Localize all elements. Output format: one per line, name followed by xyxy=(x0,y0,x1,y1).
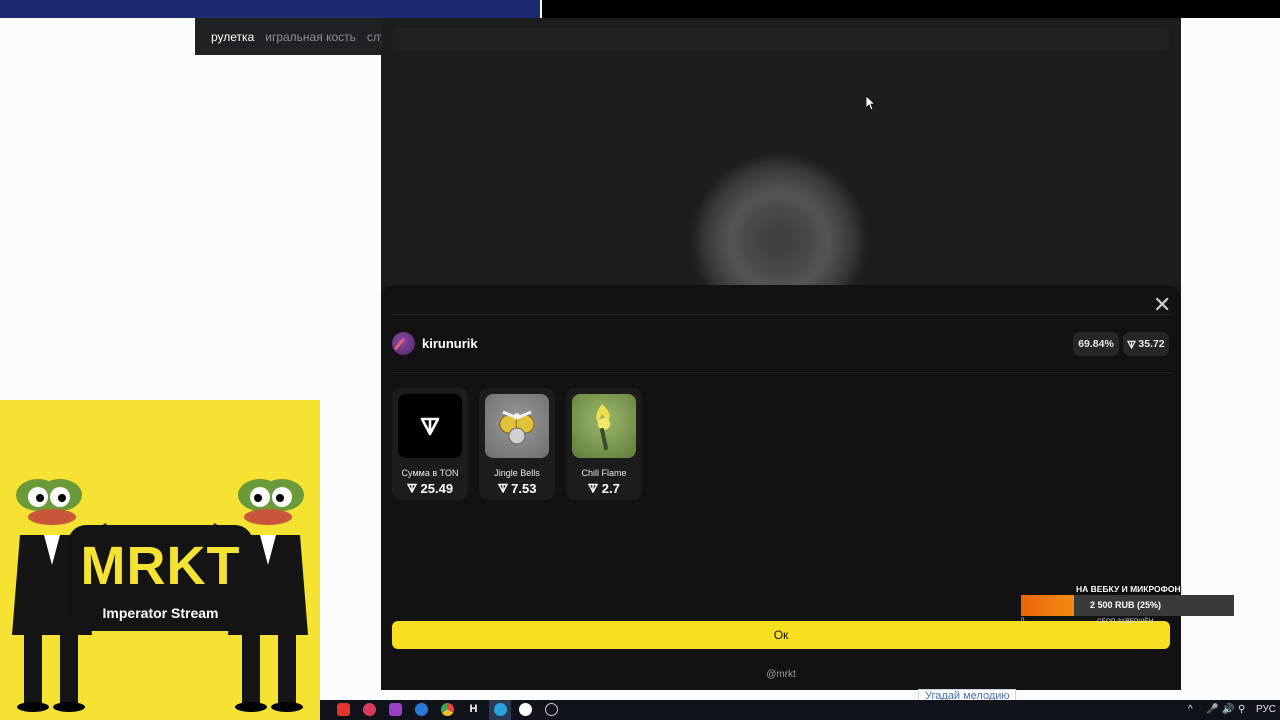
browser-header-strip xyxy=(0,0,540,18)
app-icon-circle[interactable] xyxy=(545,703,558,716)
item-label: Jingle Bells xyxy=(494,468,540,478)
winner-username: kirunurik xyxy=(422,336,478,351)
chill-flame-icon xyxy=(572,394,636,458)
logo-title: MRKT xyxy=(80,536,241,596)
tab-dice[interactable]: игральная кость xyxy=(265,30,356,44)
donation-progress-text: 2 500 RUB (25%) xyxy=(1090,600,1162,610)
item-label: Сумма в TON xyxy=(401,468,459,478)
user-row-divider xyxy=(391,372,1171,373)
ton-logo-icon xyxy=(497,483,508,494)
yandex-browser-icon[interactable] xyxy=(519,703,532,716)
ton-total-badge: 35.72 xyxy=(1123,332,1169,356)
donation-status: СБОР ЗАВЕРШЁН xyxy=(1097,618,1154,625)
tab-random[interactable]: случ xyxy=(367,30,381,44)
footer-handle: @mrkt xyxy=(766,669,796,680)
item-card-jingle-bells[interactable]: Jingle Bells 7.53 xyxy=(479,388,555,500)
item-price-value: 2.7 xyxy=(601,481,620,496)
item-label: Chill Flame xyxy=(581,468,627,478)
donation-progress-fill xyxy=(1021,595,1074,616)
microphone-icon[interactable]: 🎤 xyxy=(1206,704,1218,715)
language-indicator[interactable]: РУС xyxy=(1256,704,1276,715)
item-price: 25.49 xyxy=(392,481,468,496)
mrkt-app-window: ✕ kirunurik 69.84% 35.72 Сумма в TON 25.… xyxy=(381,18,1181,690)
logo-subtitle: Imperator Stream xyxy=(102,605,219,621)
app-icon-blue[interactable] xyxy=(415,703,428,716)
app-icon-purple[interactable] xyxy=(389,703,402,716)
volume-icon[interactable]: 🔊 xyxy=(1222,704,1234,715)
ton-logo-icon xyxy=(1127,340,1137,349)
ton-logo-icon xyxy=(406,483,418,494)
app-icon-h[interactable]: H xyxy=(467,703,480,716)
item-price-value: 25.49 xyxy=(420,481,454,496)
close-icon[interactable]: ✕ xyxy=(1153,294,1171,316)
donation-goal-title: НА ВЕБКУ И МИКРОФОН xyxy=(1076,584,1181,594)
ton-logo-icon xyxy=(587,483,599,494)
mouse-cursor-icon xyxy=(866,96,876,110)
tab-roulette[interactable]: рулетка xyxy=(211,30,254,44)
stream-logo-overlay: MRKT Imperator Stream xyxy=(0,400,320,720)
donation-min: 0 xyxy=(1021,618,1025,624)
window-header-strip xyxy=(542,0,1280,18)
win-chance-value: 69.84% xyxy=(1078,338,1114,350)
ton-logo-icon xyxy=(398,394,462,458)
item-card-ton[interactable]: Сумма в TON 25.49 xyxy=(392,388,468,500)
taskbar xyxy=(320,700,1280,720)
logo-sign: MRKT Imperator Stream xyxy=(68,525,253,631)
sheet-top-divider xyxy=(391,314,1171,315)
item-card-chill-flame[interactable]: Chill Flame 2.7 xyxy=(566,388,642,500)
tray-chevron-icon[interactable]: ^ xyxy=(1188,704,1193,715)
chrome-icon[interactable] xyxy=(441,703,454,716)
ton-total-value: 35.72 xyxy=(1138,338,1165,350)
game-tabs: рулетка игральная кость случ xyxy=(195,18,381,55)
item-price: 2.7 xyxy=(566,481,642,496)
ok-button[interactable]: Ок xyxy=(392,621,1170,649)
jingle-bells-icon xyxy=(485,394,549,458)
app-icon-red[interactable] xyxy=(363,703,376,716)
telegram-icon[interactable] xyxy=(494,703,507,716)
network-icon[interactable]: ⚲ xyxy=(1238,704,1245,715)
rocket-avatar-icon xyxy=(392,332,415,355)
item-price-value: 7.53 xyxy=(511,481,537,496)
dimmed-top-row xyxy=(393,28,1169,50)
item-price: 7.53 xyxy=(479,481,555,496)
win-chance-badge: 69.84% xyxy=(1073,332,1119,356)
yandex-icon[interactable] xyxy=(337,703,350,716)
